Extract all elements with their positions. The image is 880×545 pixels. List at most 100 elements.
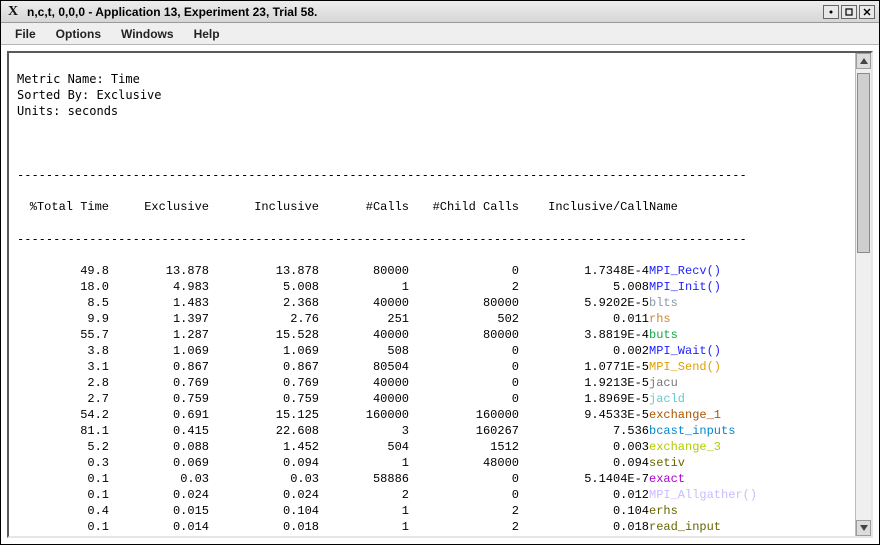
cell-incl: 15.125 (209, 407, 319, 423)
units-label: Units: (17, 104, 68, 118)
cell-excl: 1.287 (109, 327, 209, 343)
table-row[interactable]: 0.10.0140.018120.018read_input (17, 519, 809, 535)
menu-file[interactable]: File (7, 25, 44, 43)
scroll-up-button[interactable] (856, 53, 871, 69)
table-row[interactable]: 49.813.87813.8788000001.7348E-4MPI_Recv(… (17, 263, 809, 279)
units-value: seconds (68, 104, 119, 118)
cell-calls: 251 (319, 311, 409, 327)
vertical-scrollbar[interactable] (855, 53, 871, 536)
table-row[interactable]: 5.20.0881.45250415120.003exchange_3 (17, 439, 809, 455)
table-row[interactable]: 0.30.0690.0941480000.094setiv (17, 455, 809, 471)
cell-excl: 0.415 (109, 423, 209, 439)
cell-name[interactable]: MPI_Wait() (649, 343, 809, 359)
cell-name[interactable]: MPI_Init() (649, 279, 809, 295)
cell-incl: 0.104 (209, 503, 319, 519)
menu-options[interactable]: Options (48, 25, 109, 43)
cell-name[interactable]: exact (649, 471, 809, 487)
cell-pct: 54.2 (17, 407, 109, 423)
cell-excl: 0.867 (109, 359, 209, 375)
meta-block: Metric Name: Time Sorted By: Exclusive U… (17, 71, 849, 119)
table-row[interactable]: 0.10.030.035888605.1404E-7exact (17, 471, 809, 487)
cell-name[interactable]: error (649, 535, 809, 536)
cell-excl: 0.015 (109, 503, 209, 519)
cell-excl: 1.483 (109, 295, 209, 311)
cell-name[interactable]: rhs (649, 311, 809, 327)
maximize-button[interactable] (841, 5, 857, 19)
cell-child: 2 (409, 519, 519, 535)
table-row[interactable]: 8.51.4832.36840000800005.9202E-5blts (17, 295, 809, 311)
table-row[interactable]: 54.20.69115.1251600001600009.4533E-5exch… (17, 407, 809, 423)
chevron-up-icon (860, 58, 868, 64)
cell-name[interactable]: MPI_Recv() (649, 263, 809, 279)
table-row[interactable]: 3.10.8670.8678050401.0771E-5MPI_Send() (17, 359, 809, 375)
minimize-button[interactable] (823, 5, 839, 19)
menu-windows[interactable]: Windows (113, 25, 182, 43)
cell-child: 2 (409, 279, 519, 295)
close-icon (863, 8, 871, 16)
cell-incl: 2.368 (209, 295, 319, 311)
cell-pct: 0.1 (17, 487, 109, 503)
chevron-down-icon (860, 525, 868, 531)
cell-name[interactable]: bcast_inputs (649, 423, 809, 439)
cell-name[interactable]: read_input (649, 519, 809, 535)
cell-name[interactable]: buts (649, 327, 809, 343)
cell-child: 0 (409, 487, 519, 503)
separator-top: ----------------------------------------… (17, 167, 849, 183)
cell-excl: 0.069 (109, 455, 209, 471)
rows-table: 49.813.87813.8788000001.7348E-4MPI_Recv(… (17, 263, 809, 536)
menu-help[interactable]: Help (186, 25, 228, 43)
cell-pct: 9.9 (17, 311, 109, 327)
text-area[interactable]: Metric Name: Time Sorted By: Exclusive U… (9, 53, 855, 536)
cell-excl: 0.024 (109, 487, 209, 503)
table-row[interactable]: 81.10.41522.60831602677.536bcast_inputs (17, 423, 809, 439)
cell-calls: 40000 (319, 295, 409, 311)
table-row[interactable]: 55.71.28715.52840000800003.8819E-4buts (17, 327, 809, 343)
table-row[interactable]: 18.04.9835.008125.008MPI_Init() (17, 279, 809, 295)
scroll-down-button[interactable] (856, 520, 871, 536)
cell-inclpc: 0.003 (519, 439, 649, 455)
cell-child: 1512 (409, 439, 519, 455)
cell-excl: 0.008 (109, 535, 209, 536)
cell-incl: 15.528 (209, 327, 319, 343)
cell-name[interactable]: exchange_1 (649, 407, 809, 423)
menu-bar: File Options Windows Help (1, 23, 879, 45)
cell-child: 48000 (409, 455, 519, 471)
sorted-by-label: Sorted By: (17, 88, 96, 102)
header-row: %Total Time Exclusive Inclusive #Calls #… (17, 199, 809, 215)
cell-name[interactable]: setiv (649, 455, 809, 471)
cell-name[interactable]: MPI_Send() (649, 359, 809, 375)
close-button[interactable] (859, 5, 875, 19)
cell-name[interactable]: erhs (649, 503, 809, 519)
cell-name[interactable]: jacu (649, 375, 809, 391)
scroll-track[interactable] (856, 69, 871, 520)
scroll-thumb[interactable] (857, 73, 870, 253)
cell-inclpc: 1.0771E-5 (519, 359, 649, 375)
cell-calls: 1 (319, 503, 409, 519)
cell-incl: 0.769 (209, 375, 319, 391)
table-row[interactable]: 0.10.0080.021180010.021error (17, 535, 809, 536)
cell-name[interactable]: exchange_3 (649, 439, 809, 455)
minimize-icon (827, 8, 835, 16)
cell-incl: 0.018 (209, 519, 319, 535)
cell-incl: 1.069 (209, 343, 319, 359)
content-panel: Metric Name: Time Sorted By: Exclusive U… (7, 51, 873, 538)
cell-calls: 1 (319, 519, 409, 535)
table-row[interactable]: 9.91.3972.762515020.011rhs (17, 311, 809, 327)
cell-pct: 0.1 (17, 471, 109, 487)
table-row[interactable]: 0.10.0240.024200.012MPI_Allgather() (17, 487, 809, 503)
window-controls (823, 5, 875, 19)
table-row[interactable]: 0.40.0150.104120.104erhs (17, 503, 809, 519)
cell-excl: 0.769 (109, 375, 209, 391)
cell-name[interactable]: blts (649, 295, 809, 311)
cell-name[interactable]: MPI_Allgather() (649, 487, 809, 503)
cell-child: 0 (409, 391, 519, 407)
cell-pct: 0.4 (17, 503, 109, 519)
cell-incl: 2.76 (209, 311, 319, 327)
cell-name[interactable]: jacld (649, 391, 809, 407)
cell-pct: 2.7 (17, 391, 109, 407)
cell-child: 160267 (409, 423, 519, 439)
col-inclpc: Inclusive/Call (519, 199, 649, 215)
table-row[interactable]: 2.70.7590.7594000001.8969E-5jacld (17, 391, 809, 407)
table-row[interactable]: 3.81.0691.06950800.002MPI_Wait() (17, 343, 809, 359)
table-row[interactable]: 2.80.7690.7694000001.9213E-5jacu (17, 375, 809, 391)
